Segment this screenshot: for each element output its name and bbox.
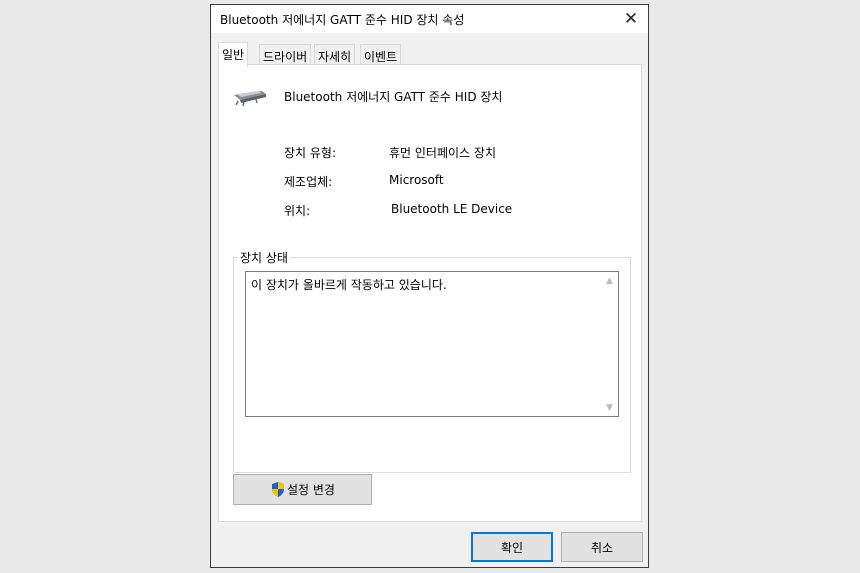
close-icon: ✕ <box>623 9 639 29</box>
tab-details[interactable]: 자세히 <box>314 44 356 66</box>
location-label: 위치: <box>284 204 311 218</box>
general-tab-panel: Bluetooth 저에너지 GATT 준수 HID 장치 장치 유형: 휴먼 … <box>218 64 642 522</box>
hid-device-icon <box>234 91 266 107</box>
ok-button[interactable]: 확인 <box>471 532 553 562</box>
properties-dialog: Bluetooth 저에너지 GATT 준수 HID 장치 속성 ✕ 일반 드라… <box>210 4 649 568</box>
device-name: Bluetooth 저에너지 GATT 준수 HID 장치 <box>284 90 503 104</box>
device-status-group: 장치 상태 이 장치가 올바르게 작동하고 있습니다. ▲ ▼ <box>233 249 631 473</box>
change-settings-button[interactable]: 설정 변경 <box>233 474 372 505</box>
device-status-label: 장치 상태 <box>238 249 290 266</box>
tab-events[interactable]: 이벤트 <box>360 44 402 66</box>
tab-driver[interactable]: 드라이버 <box>259 44 312 66</box>
uac-shield-icon <box>272 482 284 497</box>
tab-general[interactable]: 일반 <box>218 42 249 67</box>
tab-general-label: 일반 <box>222 48 245 62</box>
tab-events-label: 이벤트 <box>364 50 398 64</box>
window-title: Bluetooth 저에너지 GATT 준수 HID 장치 속성 <box>220 13 465 27</box>
device-type-label: 장치 유형: <box>284 146 337 160</box>
device-status-text: 이 장치가 올바르게 작동하고 있습니다. <box>251 278 447 292</box>
manufacturer-value: Microsoft <box>389 173 444 187</box>
close-button[interactable]: ✕ <box>614 5 648 33</box>
tab-strip: 일반 드라이버 자세히 이벤트 <box>218 42 641 67</box>
manufacturer-label: 제조업체: <box>284 175 333 189</box>
scroll-up-arrow-icon[interactable]: ▲ <box>601 272 618 289</box>
cancel-button-label: 취소 <box>590 540 614 555</box>
status-scrollbar[interactable]: ▲ ▼ <box>601 272 618 416</box>
location-value: Bluetooth LE Device <box>391 202 513 216</box>
device-type-value: 휴먼 인터페이스 장치 <box>389 146 496 160</box>
scroll-down-arrow-icon[interactable]: ▼ <box>601 399 618 416</box>
device-status-textbox[interactable]: 이 장치가 올바르게 작동하고 있습니다. ▲ ▼ <box>245 271 619 417</box>
cancel-button[interactable]: 취소 <box>561 532 643 562</box>
tab-driver-label: 드라이버 <box>263 50 308 64</box>
ok-button-label: 확인 <box>500 540 524 555</box>
title-bar[interactable]: Bluetooth 저에너지 GATT 준수 HID 장치 속성 ✕ <box>211 5 648 33</box>
change-settings-label: 설정 변경 <box>287 483 335 497</box>
tab-details-label: 자세히 <box>318 50 352 64</box>
